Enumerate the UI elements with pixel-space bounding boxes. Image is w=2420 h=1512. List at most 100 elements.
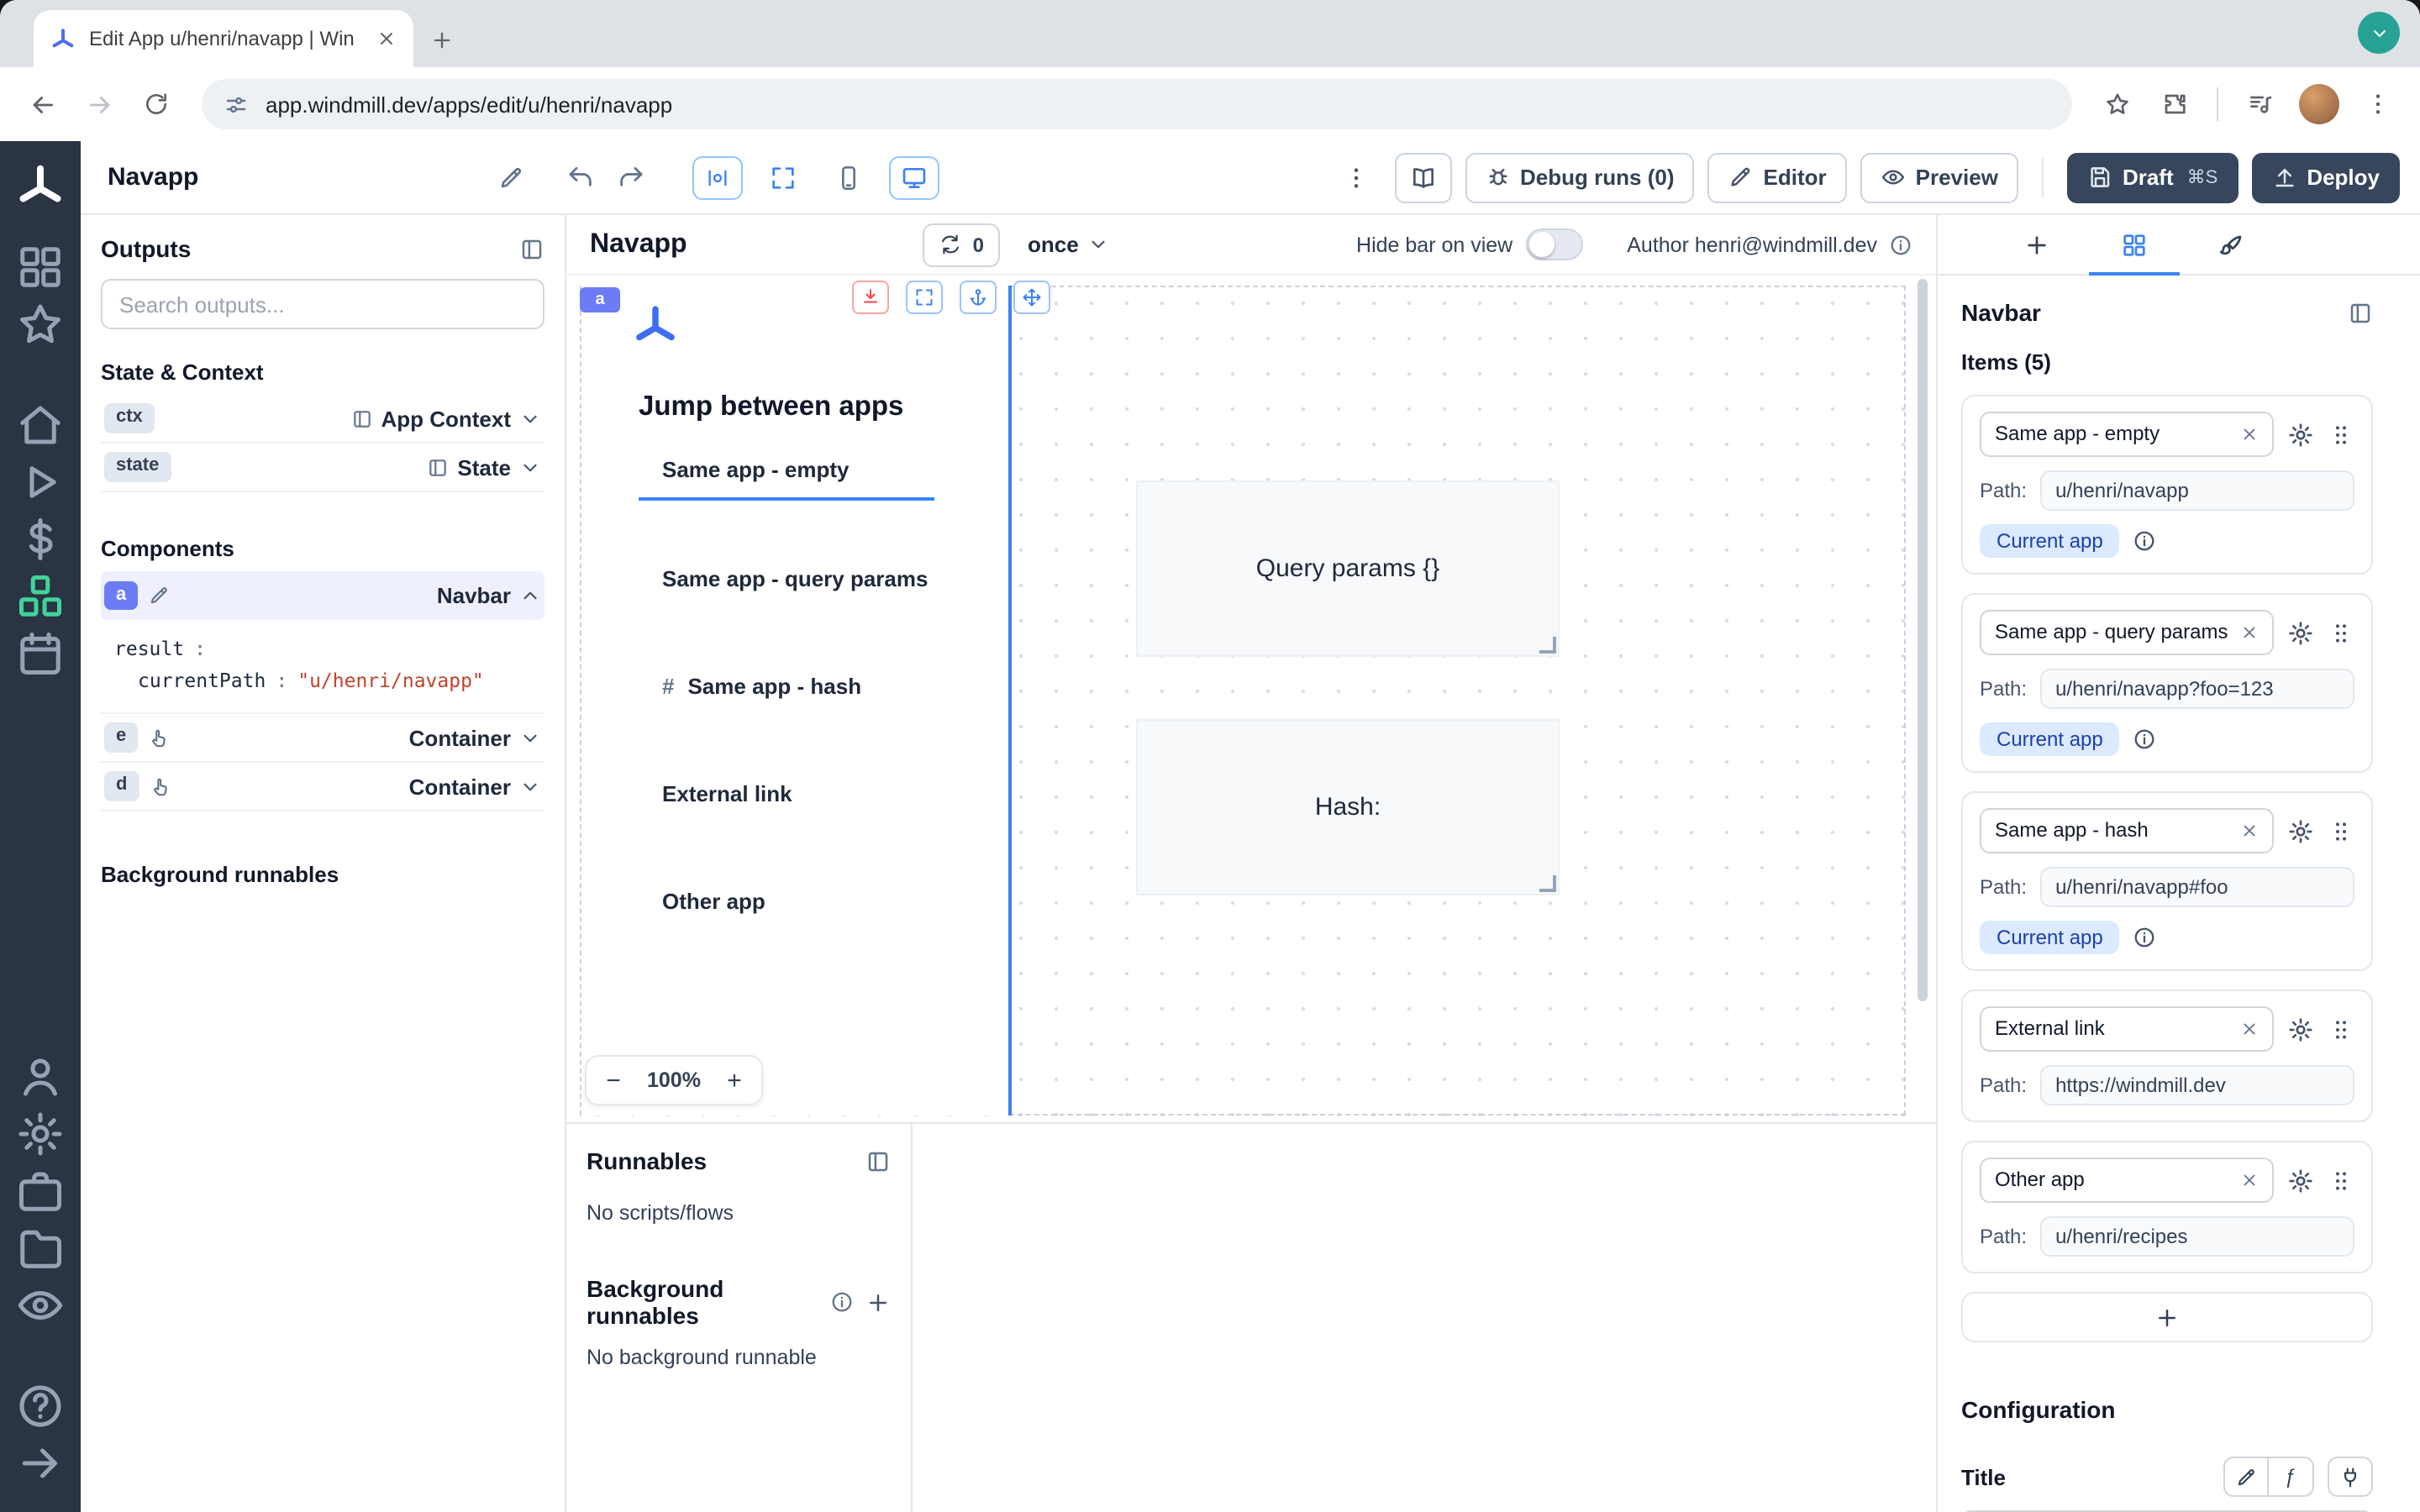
new-tab-button[interactable] (430, 29, 454, 52)
tab-component-settings[interactable] (2086, 215, 2183, 274)
chevron-down-icon[interactable] (519, 727, 541, 748)
search-outputs-box[interactable] (101, 279, 544, 329)
component-row-d[interactable]: d Container (101, 763, 544, 811)
undo-button[interactable] (555, 154, 605, 201)
run-mode-select[interactable]: once (1028, 232, 1109, 257)
deploy-button[interactable]: Deploy (2251, 152, 2400, 202)
tab-styling[interactable] (2183, 215, 2281, 274)
media-controls-button[interactable] (2235, 79, 2286, 129)
clear-icon[interactable] (2240, 623, 2259, 642)
editor-tab-button[interactable]: Editor (1708, 152, 1847, 202)
clear-icon[interactable] (2240, 425, 2259, 444)
info-icon[interactable] (2133, 727, 2157, 751)
tab-search-button[interactable] (2358, 12, 2400, 54)
preview-tab-button[interactable]: Preview (1860, 152, 2018, 202)
info-icon[interactable] (2133, 529, 2157, 553)
site-settings-icon[interactable] (224, 92, 249, 117)
item-label-input[interactable]: Same app - query params (1980, 610, 2274, 655)
info-icon[interactable] (1889, 233, 1912, 256)
docs-button[interactable] (1394, 152, 1451, 202)
component-row-navbar[interactable]: a Navbar (101, 571, 544, 620)
connect-input-button[interactable] (2328, 1457, 2373, 1497)
item-path-input[interactable]: https://windmill.dev (2040, 1065, 2354, 1105)
item-path-input[interactable]: u/henri/navapp (2040, 470, 2354, 511)
schedules-icon[interactable] (13, 628, 67, 679)
expression-input-button[interactable]: ƒ (2269, 1457, 2314, 1497)
item-path-input[interactable]: u/henri/navapp?foo=123 (2040, 669, 2354, 709)
runs-icon[interactable] (13, 457, 67, 507)
redo-button[interactable] (605, 154, 655, 201)
clear-icon[interactable] (2240, 1171, 2259, 1189)
info-icon[interactable] (2133, 926, 2157, 949)
item-label-input[interactable]: Same app - empty (1980, 412, 2274, 457)
nav-item-other-app[interactable]: Other app (639, 870, 934, 931)
item-settings-icon[interactable] (2287, 619, 2314, 646)
fullscreen-button[interactable] (758, 154, 808, 201)
chevron-down-icon[interactable] (519, 456, 541, 478)
item-drag-handle[interactable] (2328, 817, 2354, 844)
item-settings-icon[interactable] (2287, 421, 2314, 448)
help-icon[interactable] (13, 1381, 67, 1431)
browser-tab[interactable]: Edit App u/henri/navapp | Win (34, 10, 413, 67)
anchor-component-button[interactable] (960, 281, 997, 314)
hash-text-component[interactable]: Hash: (1136, 719, 1560, 895)
chevron-down-icon[interactable] (519, 775, 541, 797)
item-settings-icon[interactable] (2287, 1167, 2314, 1194)
desktop-view-button[interactable] (889, 155, 939, 199)
bookmark-button[interactable] (2092, 79, 2143, 129)
nav-item-external-link[interactable]: External link (639, 763, 934, 823)
item-path-input[interactable]: u/henri/navapp#foo (2040, 867, 2354, 907)
panel-toggle-icon[interactable] (865, 1148, 891, 1173)
settings-icon[interactable] (13, 1109, 67, 1159)
navbar-component[interactable]: Jump between apps Same app - empty Same … (581, 286, 1012, 1116)
clear-icon[interactable] (2240, 1020, 2259, 1038)
tab-insert-component[interactable] (1988, 215, 2086, 274)
variables-icon[interactable] (13, 514, 67, 564)
nav-item-hash[interactable]: #Same app - hash (639, 655, 934, 716)
chevron-up-icon[interactable] (519, 585, 541, 606)
home-icon[interactable] (13, 400, 67, 450)
item-label-input[interactable]: External link (1980, 1006, 2274, 1052)
add-background-runnable-button[interactable] (865, 1289, 891, 1315)
item-label-input[interactable]: Other app (1980, 1158, 2274, 1203)
tab-close-icon[interactable] (376, 29, 397, 49)
zoom-out-button[interactable]: − (592, 1058, 635, 1102)
move-component-button[interactable] (1013, 281, 1050, 314)
item-settings-icon[interactable] (2287, 817, 2314, 844)
toggle-panels-button[interactable] (692, 155, 743, 199)
nav-item-same-app-empty[interactable]: Same app - empty (639, 440, 934, 501)
detach-component-button[interactable] (852, 281, 889, 314)
clear-icon[interactable] (2240, 822, 2259, 840)
browser-menu-button[interactable] (2353, 79, 2403, 129)
zoom-in-button[interactable]: + (713, 1058, 756, 1102)
workers-icon[interactable] (13, 1166, 67, 1216)
panel-toggle-icon[interactable] (519, 236, 544, 261)
back-button[interactable] (17, 79, 67, 129)
users-icon[interactable] (13, 1052, 67, 1102)
reload-button[interactable] (131, 79, 182, 129)
query-params-text-component[interactable]: Query params {} (1136, 480, 1560, 657)
static-input-button[interactable] (2223, 1457, 2269, 1497)
apps-icon[interactable] (13, 242, 67, 292)
item-settings-icon[interactable] (2287, 1016, 2314, 1042)
component-row-e[interactable]: e Container (101, 714, 544, 763)
extensions-button[interactable] (2149, 79, 2200, 129)
item-drag-handle[interactable] (2328, 421, 2354, 448)
item-drag-handle[interactable] (2328, 1167, 2354, 1194)
state-row[interactable]: state State (101, 444, 544, 492)
refresh-app-button[interactable]: 0 (923, 223, 1001, 266)
debug-runs-button[interactable]: Debug runs (0) (1465, 152, 1694, 202)
expand-component-button[interactable] (906, 281, 943, 314)
item-drag-handle[interactable] (2328, 1016, 2354, 1042)
more-menu-button[interactable] (1330, 154, 1381, 201)
favorites-icon[interactable] (13, 299, 67, 349)
windmill-logo[interactable] (13, 161, 67, 212)
pencil-icon[interactable] (148, 585, 170, 606)
expand-sidebar-icon[interactable] (13, 1438, 67, 1488)
audit-logs-icon[interactable] (13, 1280, 67, 1331)
item-drag-handle[interactable] (2328, 619, 2354, 646)
ctx-row[interactable]: ctx App Context (101, 395, 544, 444)
canvas-scrollbar[interactable] (1918, 279, 1928, 1001)
resources-icon[interactable] (13, 571, 67, 622)
profile-avatar[interactable] (2299, 84, 2339, 124)
